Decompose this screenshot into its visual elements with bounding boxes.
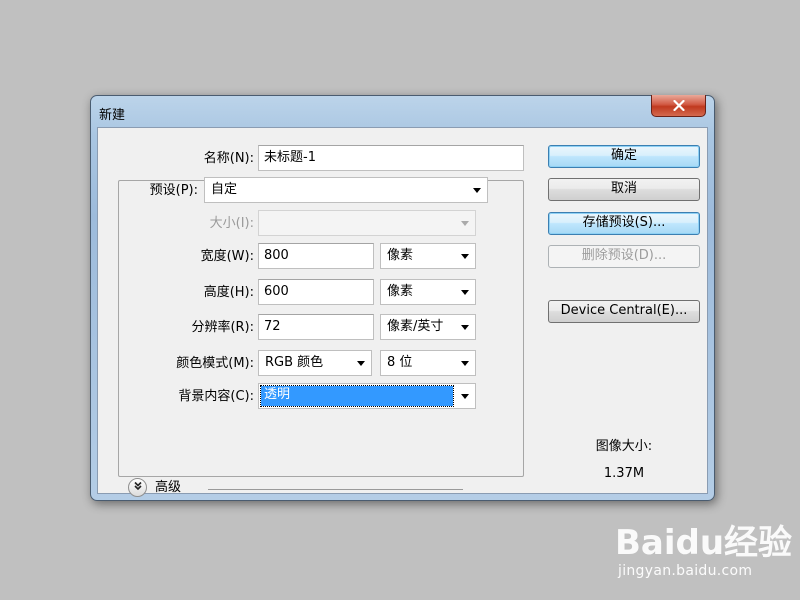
width-label: 宽度(W): (200, 249, 254, 264)
size-select (258, 210, 476, 236)
double-chevron-down-icon (133, 480, 143, 495)
advanced-label: 高级 (155, 480, 182, 495)
name-input[interactable]: 未标题-1 (258, 145, 524, 171)
dropdown-arrow-icon (461, 290, 469, 295)
dropdown-arrow-icon (461, 394, 469, 399)
color-mode-select[interactable]: RGB 颜色 (258, 350, 372, 376)
cancel-button[interactable]: 取消 (548, 178, 700, 201)
preset-label: 预设(P): (138, 181, 200, 201)
advanced-divider (208, 489, 463, 490)
resolution-unit-select[interactable]: 像素/英寸 (380, 314, 476, 340)
save-preset-button[interactable]: 存储预设(S)... (548, 212, 700, 235)
resolution-unit-value: 像素/英寸 (387, 319, 444, 334)
dropdown-arrow-icon (357, 361, 365, 366)
baidu-watermark-logo: Baidu经验 (615, 523, 793, 563)
baidu-watermark-url: jingyan.baidu.com (618, 563, 753, 579)
color-mode-label: 颜色模式(M): (176, 356, 254, 371)
dropdown-arrow-icon (461, 221, 469, 226)
resolution-label: 分辨率(R): (191, 320, 254, 335)
dropdown-arrow-icon (473, 188, 481, 193)
image-size-value: 1.37M (603, 466, 645, 481)
color-mode-value: RGB 颜色 (265, 355, 324, 370)
delete-preset-button: 删除预设(D)... (548, 245, 700, 268)
dialog-title: 新建 (99, 108, 126, 123)
resolution-input[interactable]: 72 (258, 314, 374, 340)
device-central-button[interactable]: Device Central(E)... (548, 300, 700, 323)
background-label: 背景内容(C): (178, 389, 254, 404)
new-document-dialog: 新建 名称(N): 未标题-1 预设(P): 自定 大小(I): 宽度(W): … (90, 95, 715, 501)
dialog-client-area: 名称(N): 未标题-1 预设(P): 自定 大小(I): 宽度(W): 800… (97, 127, 708, 497)
name-label: 名称(N): (203, 151, 254, 166)
size-label: 大小(I): (209, 216, 254, 231)
preset-value: 自定 (211, 182, 238, 197)
close-button[interactable] (651, 95, 706, 117)
width-unit-select[interactable]: 像素 (380, 243, 476, 269)
dropdown-arrow-icon (461, 361, 469, 366)
height-unit-value: 像素 (387, 284, 414, 299)
background-value: 透明 (260, 385, 454, 407)
image-size-label: 图像大小: (595, 439, 653, 454)
bit-depth-select[interactable]: 8 位 (380, 350, 476, 376)
bit-depth-value: 8 位 (387, 355, 413, 370)
preset-select[interactable]: 自定 (204, 177, 488, 203)
dropdown-arrow-icon (461, 325, 469, 330)
height-input[interactable]: 600 (258, 279, 374, 305)
height-unit-select[interactable]: 像素 (380, 279, 476, 305)
height-label: 高度(H): (203, 285, 254, 300)
close-icon (672, 100, 685, 111)
width-unit-value: 像素 (387, 248, 414, 263)
background-select[interactable]: 透明 (258, 383, 476, 409)
ok-button[interactable]: 确定 (548, 145, 700, 168)
width-input[interactable]: 800 (258, 243, 374, 269)
advanced-toggle[interactable] (128, 478, 147, 497)
dropdown-arrow-icon (461, 254, 469, 259)
